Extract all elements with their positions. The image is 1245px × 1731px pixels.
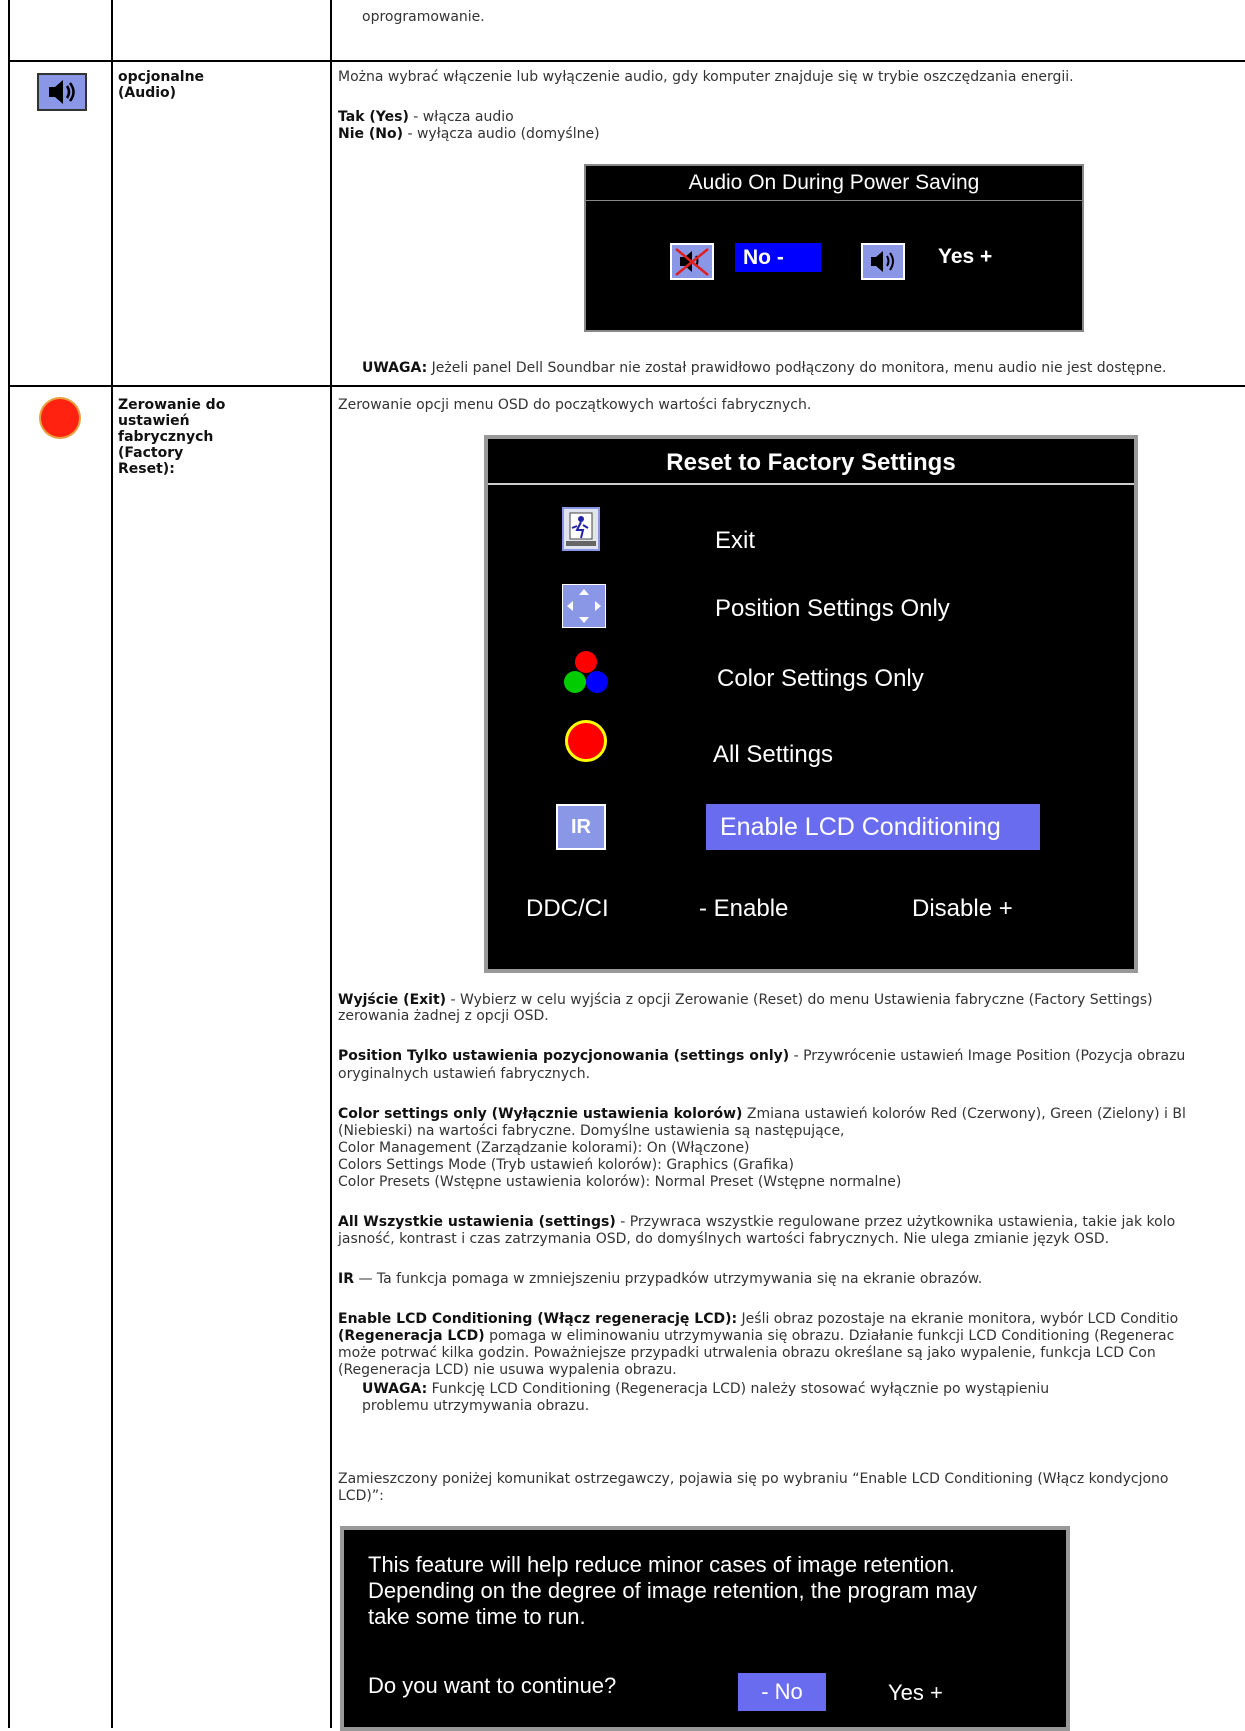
osd-ddcci-label: DDC/CI (526, 895, 609, 922)
exit-icon (562, 507, 600, 551)
reset-osd-panel: Reset to Factory Settings Exit Position … (484, 435, 1138, 973)
audio-note: UWAGA: Jeżeli panel Dell Soundbar nie zo… (362, 360, 1167, 376)
reset-intro: Zerowanie opcji menu OSD do początkowych… (338, 397, 812, 413)
table-row-divider (8, 60, 1245, 62)
exit-desc: Wyjście (Exit) - Wybierz w celu wyjścia … (338, 992, 1153, 1008)
audio-osd-title: Audio On During Power Saving (688, 171, 980, 194)
color-desc-line: Color Management (Zarządzanie kolorami):… (338, 1140, 750, 1156)
lcd-note: UWAGA: Funkcję LCD Conditioning (Regener… (362, 1381, 1050, 1397)
audio-osd-panel: Audio On During Power Saving No - Yes + (584, 164, 1084, 332)
table-border-left (8, 0, 10, 1728)
lcd-desc: Enable LCD Conditioning (Włącz regenerac… (338, 1311, 1179, 1327)
warning-message-line: take some time to run. (368, 1604, 586, 1629)
audio-label: opcjonalne (Audio) (118, 69, 205, 101)
position-desc-cont: oryginalnych ustawień fabrycznych. (338, 1066, 591, 1082)
table-row-divider (8, 385, 1245, 387)
position-desc: Position Tylko ustawienia pozycjonowania… (338, 1048, 1186, 1064)
audio-yes-line: Tak (Yes) - włącza audio (338, 109, 514, 125)
osd-color-option[interactable]: Color Settings Only (717, 665, 924, 693)
lcd-note-cont: problemu utrzymywania obrazu. (362, 1398, 590, 1414)
reset-circle-icon (41, 399, 79, 437)
lcd-desc-line: (Regeneracja LCD) nie usuwa wypalenia ob… (338, 1362, 677, 1378)
lcd-desc-line: może potrwać kilka godzin. Poważniejsze … (338, 1345, 1156, 1361)
osd-enable-lcd-option[interactable]: Enable LCD Conditioning (706, 804, 1040, 850)
warning-no-button[interactable]: - No (738, 1673, 826, 1711)
osd-all-option[interactable]: All Settings (713, 741, 833, 769)
table-col-divider-2 (330, 0, 332, 1728)
table-col-divider-1 (111, 0, 113, 1728)
all-desc-cont: jasność, kontrast i czas zatrzymania OSD… (338, 1231, 1110, 1247)
speaker-icon (861, 243, 905, 280)
osd-ddcci-disable[interactable]: Disable + (912, 895, 1013, 923)
all-desc: All Wszystkie ustawienia (settings) - Pr… (338, 1214, 1176, 1230)
audio-no-line: Nie (No) - wyłącza audio (domyślne) (338, 126, 600, 142)
warning-intro-cont: LCD)”: (338, 1488, 384, 1504)
color-desc-line: Colors Settings Mode (Tryb ustawień kolo… (338, 1157, 794, 1173)
osd-exit-option[interactable]: Exit (715, 527, 755, 555)
warning-message-line: This feature will help reduce minor case… (368, 1552, 955, 1577)
warning-yes-button[interactable]: Yes + (888, 1680, 943, 1706)
reset-osd-title: Reset to Factory Settings (666, 449, 956, 476)
audio-intro: Można wybrać włączenie lub wyłączenie au… (338, 69, 1074, 85)
osd-position-option[interactable]: Position Settings Only (715, 595, 950, 623)
position-arrows-icon (562, 584, 606, 628)
speaker-icon (35, 71, 89, 113)
warning-message-line: Depending on the degree of image retenti… (368, 1578, 978, 1603)
color-circles-icon (560, 649, 612, 697)
osd-title-divider (586, 200, 1082, 201)
reset-label: Zerowanie do ustawień fabrycznych (Facto… (118, 397, 226, 477)
ir-icon: IR (556, 804, 606, 850)
warning-question: Do you want to continue? (368, 1673, 617, 1698)
warning-osd-panel: This feature will help reduce minor case… (340, 1526, 1070, 1731)
color-desc-line: Color Presets (Wstępne ustawienia koloró… (338, 1174, 902, 1190)
speaker-muted-icon (670, 243, 714, 280)
audio-osd-yes-option[interactable]: Yes + (938, 245, 992, 269)
audio-osd-no-option[interactable]: No - (735, 243, 821, 272)
exit-desc-cont: zerowania żadnej z opcji OSD. (338, 1008, 549, 1024)
ir-desc: IR — Ta funkcja pomaga w zmniejszeniu pr… (338, 1271, 983, 1287)
osd-ddcci-enable[interactable]: - Enable (699, 895, 788, 923)
color-desc: Color settings only (Wyłącznie ustawieni… (338, 1106, 1186, 1122)
lcd-desc-line: (Regeneracja LCD) pomaga w eliminowaniu … (338, 1328, 1175, 1344)
color-desc-line: (Niebieski) na wartości fabryczne. Domyś… (338, 1123, 845, 1139)
warning-intro: Zamieszczony poniżej komunikat ostrzegaw… (338, 1471, 1169, 1487)
all-settings-circle-icon (565, 720, 607, 762)
top-row-text: oprogramowanie. (362, 9, 485, 25)
osd-title-divider (488, 483, 1134, 485)
